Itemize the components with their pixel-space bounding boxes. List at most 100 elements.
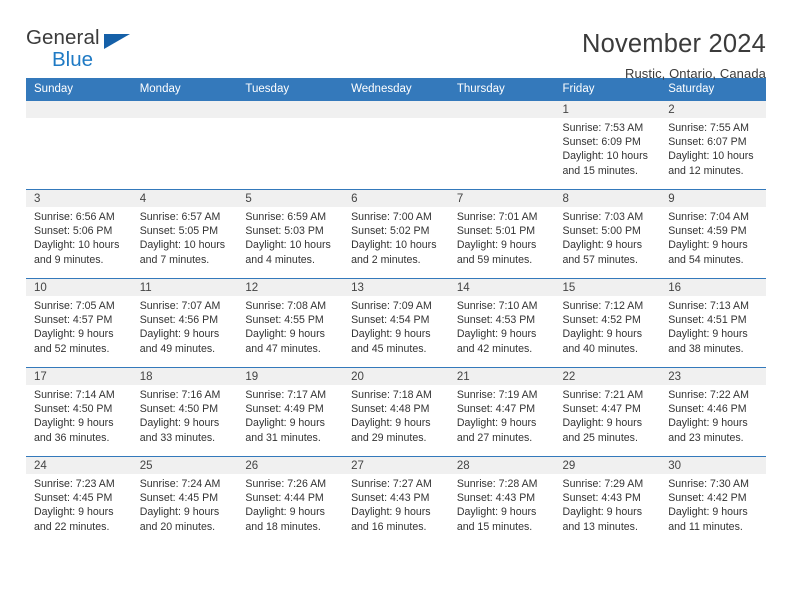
- general-blue-logo[interactable]: General Blue: [26, 27, 141, 76]
- daylight-text-line2: and 12 minutes.: [668, 164, 744, 177]
- day-number: 10: [26, 279, 132, 296]
- sunset-text: Sunset: 4:56 PM: [139, 314, 219, 327]
- daylight-text-line2: and 18 minutes.: [245, 520, 321, 533]
- day-sun-details: Sunrise: 6:57 AM Sunset: 5:05 PM Daylight:…: [132, 207, 238, 267]
- sunset-text: Sunset: 4:48 PM: [351, 403, 430, 416]
- day-sun-details: Sunrise: 7:28 AM Sunset: 4:43 PM Daylight:…: [449, 474, 555, 534]
- day-number: 25: [131, 457, 238, 474]
- calendar-day-cell[interactable]: 29 Sunrise: 7:29 AM Sunset: 4:43 PM Dayligh…: [554, 456, 661, 546]
- sunrise-text: Sunrise: 7:30 AM: [668, 478, 749, 490]
- day-number: 4: [131, 190, 238, 207]
- calendar-day-cell[interactable]: 16 Sunrise: 7:13 AM Sunset: 4:51 PM Dayligh…: [660, 278, 766, 368]
- calendar-day-cell[interactable]: 25 Sunrise: 7:24 AM Sunset: 4:45 PM Dayligh…: [131, 456, 238, 546]
- daylight-text-line1: Daylight: 9 hours: [562, 328, 643, 341]
- sunrise-text: Sunrise: 7:12 AM: [562, 300, 644, 312]
- calendar-day-cell[interactable]: 2 Sunrise: 7:55 AM Sunset: 6:07 PM Daylight…: [660, 100, 766, 190]
- day-sun-details: Sunrise: 7:27 AM Sunset: 4:43 PM Daylight:…: [343, 474, 449, 534]
- day-number-placeholder: [343, 101, 449, 118]
- daylight-text-line1: Daylight: 9 hours: [562, 506, 643, 519]
- day-number: 6: [343, 190, 449, 207]
- daylight-text-line2: and 38 minutes.: [668, 342, 744, 355]
- calendar-day-cell[interactable]: 18 Sunrise: 7:16 AM Sunset: 4:50 PM Dayligh…: [131, 367, 238, 457]
- sunset-text: Sunset: 4:42 PM: [668, 492, 747, 505]
- sunrise-text: Sunrise: 7:04 AM: [668, 211, 749, 223]
- daylight-text-line2: and 52 minutes.: [34, 342, 110, 355]
- calendar-day-cell[interactable]: 1 Sunrise: 7:53 AM Sunset: 6:09 PM Daylight…: [554, 100, 661, 190]
- calendar-day-cell[interactable]: 8 Sunrise: 7:03 AM Sunset: 5:00 PM Daylight…: [554, 189, 661, 279]
- calendar-week-row: 17 Sunrise: 7:14 AM Sunset: 4:50 PM Dayligh…: [26, 367, 766, 457]
- sunrise-text: Sunrise: 7:28 AM: [456, 478, 538, 490]
- calendar-day-cell-empty: [448, 100, 555, 190]
- calendar-day-cell[interactable]: 5 Sunrise: 6:59 AM Sunset: 5:03 PM Daylight…: [237, 189, 344, 279]
- day-sun-details: Sunrise: 7:55 AM Sunset: 6:07 PM Daylight:…: [660, 118, 766, 178]
- calendar-day-cell[interactable]: 4 Sunrise: 6:57 AM Sunset: 5:05 PM Daylight…: [131, 189, 238, 279]
- day-sun-details: Sunrise: 7:30 AM Sunset: 4:42 PM Daylight:…: [660, 474, 766, 534]
- calendar-day-cell[interactable]: 26 Sunrise: 7:26 AM Sunset: 4:44 PM Dayligh…: [237, 456, 344, 546]
- calendar-day-cell[interactable]: 17 Sunrise: 7:14 AM Sunset: 4:50 PM Dayligh…: [26, 367, 132, 457]
- calendar-day-cell[interactable]: 12 Sunrise: 7:08 AM Sunset: 4:55 PM Dayligh…: [237, 278, 344, 368]
- calendar-day-cell[interactable]: 13 Sunrise: 7:09 AM Sunset: 4:54 PM Dayligh…: [343, 278, 449, 368]
- calendar-day-cell[interactable]: 7 Sunrise: 7:01 AM Sunset: 5:01 PM Daylight…: [448, 189, 555, 279]
- daylight-text-line2: and 57 minutes.: [562, 253, 638, 266]
- calendar-header-row: Sunday Monday Tuesday Wednesday Thursday Frid…: [26, 78, 766, 101]
- day-sun-details: Sunrise: 7:05 AM Sunset: 4:57 PM Daylight:…: [26, 296, 132, 356]
- sunset-text: Sunset: 5:03 PM: [245, 225, 324, 238]
- calendar-day-cell[interactable]: 27 Sunrise: 7:27 AM Sunset: 4:43 PM Dayligh…: [343, 456, 449, 546]
- calendar-day-cell[interactable]: 20 Sunrise: 7:18 AM Sunset: 4:48 PM Dayligh…: [343, 367, 449, 457]
- calendar-day-cell[interactable]: 21 Sunrise: 7:19 AM Sunset: 4:47 PM Dayligh…: [448, 367, 555, 457]
- daylight-text-line2: and 15 minutes.: [456, 520, 533, 533]
- calendar-day-cell[interactable]: 9 Sunrise: 7:04 AM Sunset: 4:59 PM Daylight…: [660, 189, 766, 279]
- calendar-day-cell[interactable]: 30 Sunrise: 7:30 AM Sunset: 4:42 PM Dayligh…: [660, 456, 766, 546]
- daylight-text-line2: and 33 minutes.: [139, 431, 216, 444]
- daylight-text-line1: Daylight: 9 hours: [456, 506, 537, 519]
- sunrise-text: Sunrise: 6:57 AM: [139, 211, 221, 223]
- daylight-text-line1: Daylight: 9 hours: [562, 239, 643, 252]
- daylight-text-line2: and 9 minutes.: [34, 253, 104, 266]
- calendar-day-cell-empty: [237, 100, 344, 190]
- sunrise-text: Sunrise: 7:29 AM: [562, 478, 644, 490]
- daylight-text-line1: Daylight: 10 hours: [139, 239, 226, 252]
- sunrise-text: Sunrise: 7:55 AM: [668, 122, 749, 134]
- calendar-day-cell[interactable]: 22 Sunrise: 7:21 AM Sunset: 4:47 PM Dayligh…: [554, 367, 661, 457]
- day-sun-details: Sunrise: 7:13 AM Sunset: 4:51 PM Daylight:…: [660, 296, 766, 356]
- day-sun-details: Sunrise: 7:21 AM Sunset: 4:47 PM Daylight:…: [555, 385, 661, 445]
- sunrise-text: Sunrise: 7:18 AM: [351, 389, 432, 401]
- day-number-placeholder: [26, 101, 132, 118]
- day-number: 21: [448, 368, 555, 385]
- page-subtitle: Rustic, Ontario, Canada: [624, 66, 766, 82]
- page-title: November 2024: [581, 30, 766, 58]
- day-sun-details: Sunrise: 7:18 AM Sunset: 4:48 PM Daylight:…: [343, 385, 449, 445]
- day-sun-details: Sunrise: 7:14 AM Sunset: 4:50 PM Daylight:…: [26, 385, 132, 445]
- sunset-text: Sunset: 4:50 PM: [139, 403, 219, 416]
- calendar-day-cell[interactable]: 19 Sunrise: 7:17 AM Sunset: 4:49 PM Dayligh…: [237, 367, 344, 457]
- calendar-day-cell[interactable]: 24 Sunrise: 7:23 AM Sunset: 4:45 PM Dayligh…: [26, 456, 132, 546]
- logo-triangle-icon: [104, 34, 130, 49]
- daylight-text-line2: and 31 minutes.: [245, 431, 321, 444]
- day-number: 16: [660, 279, 766, 296]
- sunset-text: Sunset: 4:57 PM: [34, 314, 113, 327]
- daylight-text-line2: and 20 minutes.: [139, 520, 216, 533]
- sunset-text: Sunset: 4:47 PM: [562, 403, 641, 416]
- daylight-text-line2: and 40 minutes.: [562, 342, 638, 355]
- daylight-text-line1: Daylight: 10 hours: [245, 239, 331, 252]
- day-number: 19: [237, 368, 344, 385]
- day-sun-details: Sunrise: 7:12 AM Sunset: 4:52 PM Daylight:…: [555, 296, 661, 356]
- daylight-text-line1: Daylight: 9 hours: [34, 506, 114, 519]
- sunrise-text: Sunrise: 7:22 AM: [668, 389, 749, 401]
- sunset-text: Sunset: 5:00 PM: [562, 225, 641, 238]
- calendar-day-cell[interactable]: 11 Sunrise: 7:07 AM Sunset: 4:56 PM Dayligh…: [131, 278, 238, 368]
- sunrise-text: Sunrise: 6:56 AM: [34, 211, 115, 223]
- calendar-day-cell[interactable]: 6 Sunrise: 7:00 AM Sunset: 5:02 PM Daylight…: [343, 189, 449, 279]
- calendar-day-cell[interactable]: 28 Sunrise: 7:28 AM Sunset: 4:43 PM Dayligh…: [448, 456, 555, 546]
- calendar-day-cell[interactable]: 15 Sunrise: 7:12 AM Sunset: 4:52 PM Dayligh…: [554, 278, 661, 368]
- weekday-header-sunday: Sunday: [26, 78, 132, 101]
- calendar-day-cell[interactable]: 23 Sunrise: 7:22 AM Sunset: 4:46 PM Dayligh…: [660, 367, 766, 457]
- daylight-text-line2: and 54 minutes.: [668, 253, 744, 266]
- daylight-text-line1: Daylight: 9 hours: [351, 328, 431, 341]
- calendar-week-row: 10 Sunrise: 7:05 AM Sunset: 4:57 PM Dayligh…: [26, 278, 766, 368]
- day-sun-details: Sunrise: 7:10 AM Sunset: 4:53 PM Daylight:…: [449, 296, 555, 356]
- calendar-day-cell[interactable]: 14 Sunrise: 7:10 AM Sunset: 4:53 PM Dayligh…: [448, 278, 555, 368]
- calendar-day-cell[interactable]: 3 Sunrise: 6:56 AM Sunset: 5:06 PM Daylight…: [26, 189, 132, 279]
- calendar-day-cell[interactable]: 10 Sunrise: 7:05 AM Sunset: 4:57 PM Dayligh…: [26, 278, 132, 368]
- sunrise-text: Sunrise: 7:14 AM: [34, 389, 115, 401]
